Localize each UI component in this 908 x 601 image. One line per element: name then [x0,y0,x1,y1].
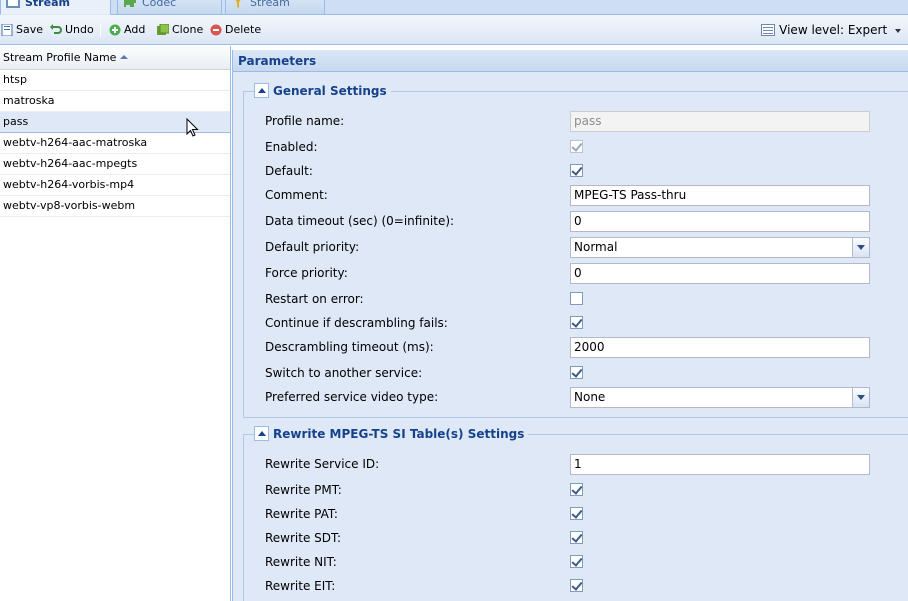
profile-name-field: pass [570,111,870,132]
default-priority-row: Default priority: Normal [254,237,874,258]
toolbar-separator [100,23,101,37]
switch-service-checkbox[interactable] [570,366,583,379]
rewrite-nit-row: Rewrite NIT: [254,552,874,572]
stream-profiles-icon [6,0,20,8]
table-row[interactable]: webtv-vp8-vorbis-webm [0,196,230,217]
table-row[interactable]: webtv-h264-aac-mpegts [0,154,230,175]
collapse-toggle-icon[interactable] [254,426,269,441]
force-priority-row: Force priority: 0 [254,263,874,284]
rewrite-settings-fieldset: Rewrite MPEG-TS SI Table(s) Settings Rew… [243,426,908,601]
tab-codec-profiles[interactable]: Codec Profiles [117,0,222,27]
switch-service-row: Switch to another service: [254,363,874,383]
default-priority-select[interactable]: Normal [570,237,870,258]
stream-filters-icon [235,0,241,8]
sort-ascending-icon [120,55,129,59]
preferred-video-type-row: Preferred service video type: None [254,387,874,408]
default-checkbox[interactable] [570,164,583,177]
save-icon [1,24,13,36]
rewrite-pmt-row: Rewrite PMT: [254,480,874,500]
table-row[interactable]: htsp [0,70,230,91]
collapse-toggle-icon[interactable] [254,83,269,98]
rewrite-pat-row: Rewrite PAT: [254,504,874,524]
chevron-down-icon [895,28,901,33]
preferred-video-type-select[interactable]: None [570,387,870,408]
tab-stream-profiles[interactable]: Stream Profiles [0,0,111,27]
enabled-row: Enabled: [254,137,874,157]
delete-icon [210,24,222,36]
toolbar: Save Undo Add Clone Delete View level: E… [0,15,908,45]
force-priority-field[interactable]: 0 [570,263,870,284]
enabled-checkbox [570,140,583,153]
table-row[interactable]: matroska [0,91,230,112]
data-timeout-field[interactable]: 0 [570,211,870,232]
undo-button[interactable]: Undo [50,22,94,38]
default-row: Default: [254,161,874,181]
comment-field[interactable]: MPEG-TS Pass-thru [570,185,870,206]
rewrite-sdt-row: Rewrite SDT: [254,528,874,548]
add-button[interactable]: Add [109,22,145,38]
profile-name-row: Profile name: pass [254,111,874,132]
chevron-down-icon[interactable] [852,238,869,257]
tab-strip: Stream Profiles Codec Profiles Stream Fi… [0,0,908,27]
rewrite-sdt-checkbox[interactable] [570,531,583,544]
general-settings-legend: General Settings [254,83,391,99]
comment-row: Comment: MPEG-TS Pass-thru [254,185,874,206]
rewrite-nit-checkbox[interactable] [570,555,583,568]
clone-icon [157,24,169,35]
data-timeout-row: Data timeout (sec) (0=infinite): 0 [254,211,874,232]
save-button[interactable]: Save [1,22,43,38]
codec-profiles-icon [124,0,136,7]
mouse-cursor-icon [186,118,199,137]
rewrite-eit-row: Rewrite EIT: [254,576,874,596]
panel-title: Parameters [233,50,908,72]
column-header-profile-name[interactable]: Stream Profile Name [0,46,230,70]
tab-stream-filters[interactable]: Stream Filters [225,0,325,27]
general-settings-fieldset: General Settings Profile name: pass Enab… [243,83,908,418]
add-icon [109,24,121,36]
rewrite-service-id-row: Rewrite Service ID: 1 [254,454,874,475]
view-level-dropdown[interactable]: View level: Expert [761,22,901,38]
rewrite-pat-checkbox[interactable] [570,507,583,520]
continue-descrambling-row: Continue if descrambling fails: [254,313,874,333]
parameters-panel: Parameters General Settings Profile name… [232,50,908,601]
restart-on-error-row: Restart on error: [254,289,874,309]
rewrite-service-id-field[interactable]: 1 [570,454,870,475]
table-row[interactable]: webtv-h264-vorbis-mp4 [0,175,230,196]
continue-descrambling-checkbox[interactable] [570,316,583,329]
restart-on-error-checkbox[interactable] [570,292,583,305]
list-view-icon [761,24,776,36]
descrambling-timeout-row: Descrambling timeout (ms): 2000 [254,337,874,358]
rewrite-settings-legend: Rewrite MPEG-TS SI Table(s) Settings [254,426,529,442]
clone-button[interactable]: Clone [157,22,203,38]
undo-icon [50,24,62,34]
rewrite-pmt-checkbox[interactable] [570,483,583,496]
chevron-down-icon[interactable] [852,388,869,407]
rewrite-eit-checkbox[interactable] [570,579,583,592]
descrambling-timeout-field[interactable]: 2000 [570,337,870,358]
delete-button[interactable]: Delete [210,22,261,38]
